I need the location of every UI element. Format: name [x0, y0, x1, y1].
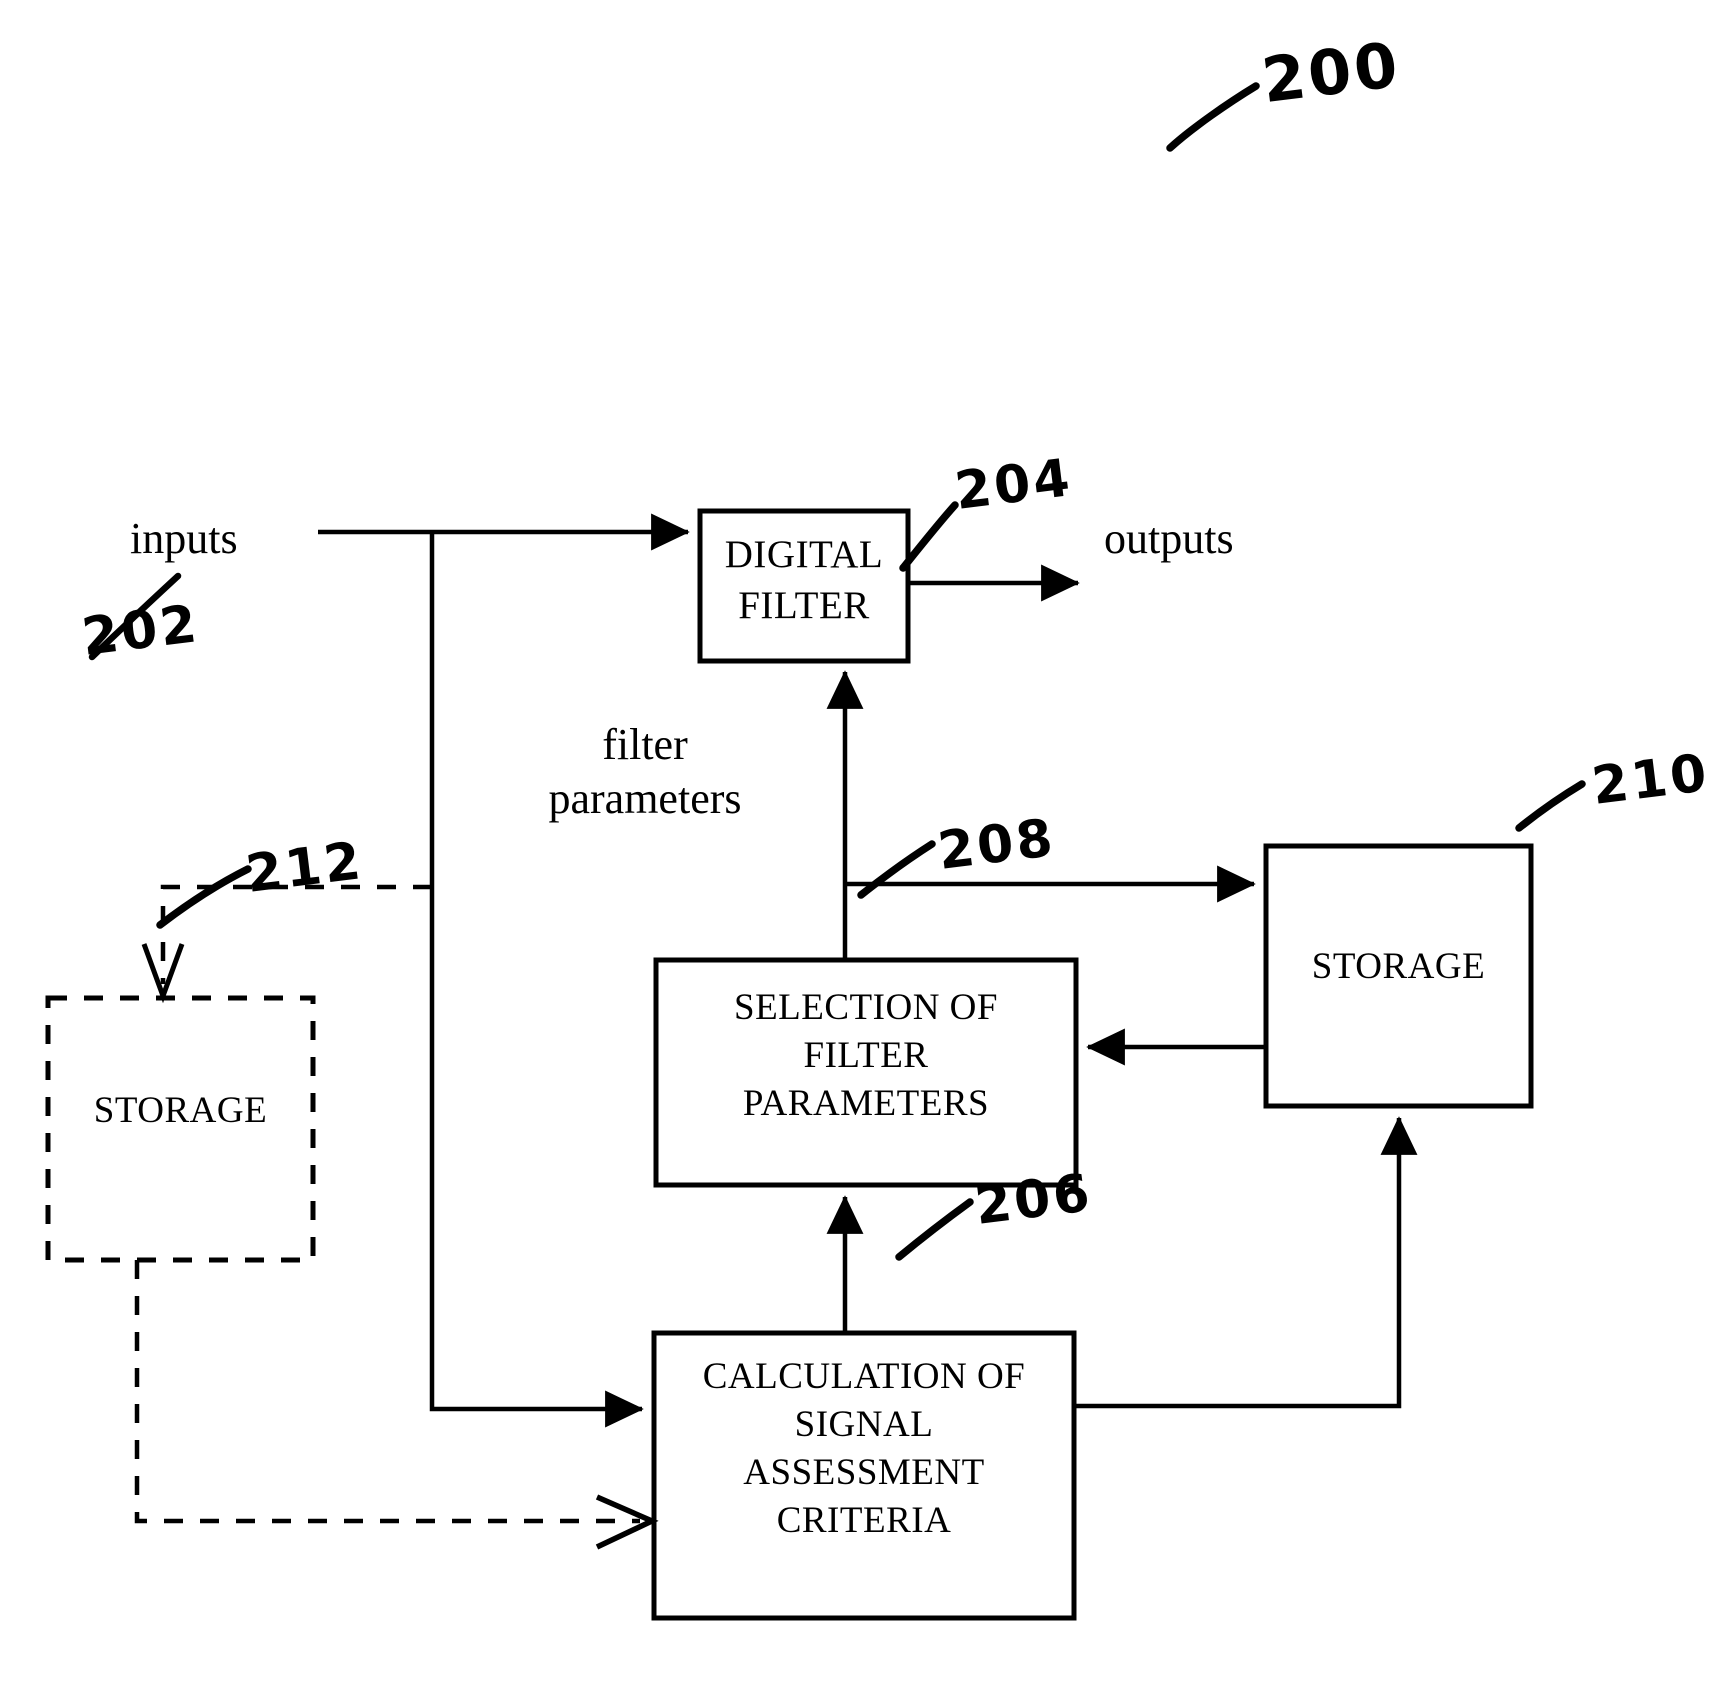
connector-inputs-to-storage-left-dashed [160, 884, 432, 984]
leader-210 [1515, 780, 1586, 832]
signal-label-filter-parameters: filter parameters [548, 720, 742, 823]
leader-200 [1166, 82, 1260, 152]
block-rect-selection [653, 957, 1079, 1188]
signal-label-inputs: inputs [130, 514, 238, 563]
block-rect-storage-left [45, 995, 316, 1263]
connector-calculation-to-storage-right [1074, 1116, 1418, 1409]
leader-212 [156, 865, 252, 929]
block-rect-storage-right [1263, 843, 1534, 1109]
connector-inputs-to-calculation [429, 532, 644, 1428]
signal-label-outputs: outputs [1104, 514, 1234, 563]
diagram-connectors [45, 82, 1586, 1621]
block-rect-digital-filter [697, 508, 911, 664]
leader-204 [899, 501, 959, 572]
leader-206 [895, 1198, 974, 1261]
patent-figure-200: DIGITAL FILTER STORAGE SELECTION OF FILT… [0, 0, 1723, 1684]
connector-storage-left-to-calculation-dashed [134, 1260, 640, 1524]
leader-208 [857, 840, 936, 899]
block-rect-calculation [651, 1330, 1077, 1621]
